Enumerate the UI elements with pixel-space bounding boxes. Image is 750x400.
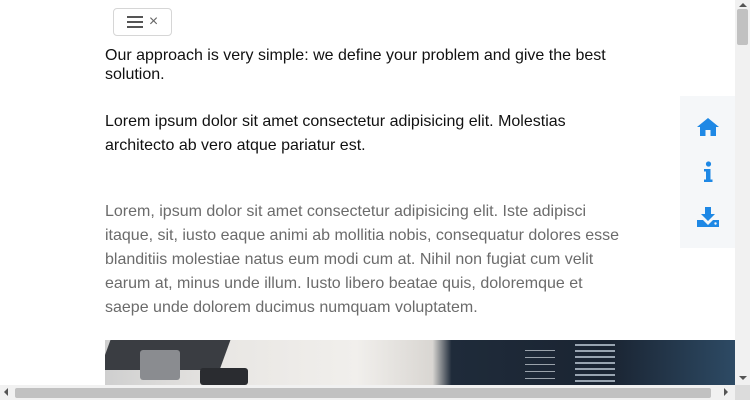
main-content: Our approach is very simple: we define y… <box>105 46 630 320</box>
scrollbar-corner <box>735 385 750 400</box>
download-icon <box>696 207 719 228</box>
menu-toggle-button[interactable]: × <box>113 8 172 36</box>
muted-paragraph: Lorem, ipsum dolor sit amet consectetur … <box>105 203 620 316</box>
side-nav-home[interactable] <box>688 109 728 145</box>
scroll-down-arrow-icon[interactable] <box>739 376 747 380</box>
vertical-scroll-thumb[interactable] <box>737 9 748 45</box>
scroll-right-arrow-icon[interactable] <box>724 388 728 396</box>
page-viewport: × Our approach is very simple: we define… <box>0 0 735 385</box>
hamburger-icon <box>126 16 143 28</box>
close-icon: × <box>148 13 159 30</box>
info-icon <box>703 161 712 182</box>
horizontal-scroll-thumb[interactable] <box>15 388 711 398</box>
intro-paragraph: Our approach is very simple: we define y… <box>105 47 606 83</box>
home-icon <box>696 117 719 136</box>
side-nav-info[interactable] <box>688 154 728 190</box>
horizontal-scrollbar[interactable] <box>0 385 735 400</box>
side-nav-download[interactable] <box>688 199 728 235</box>
scroll-up-arrow-icon[interactable] <box>739 3 747 7</box>
side-nav <box>680 96 735 248</box>
workspace-image <box>105 340 735 385</box>
lorem-paragraph: Lorem ipsum dolor sit amet consectetur a… <box>105 113 566 154</box>
vertical-scrollbar[interactable] <box>735 0 750 385</box>
scroll-left-arrow-icon[interactable] <box>4 388 8 396</box>
